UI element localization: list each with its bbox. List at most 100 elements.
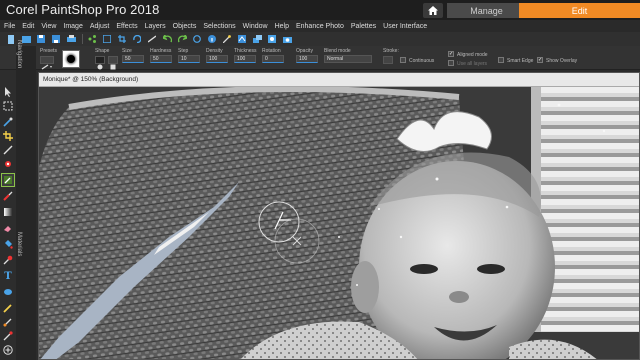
history-button[interactable] — [192, 34, 202, 44]
dropper-icon — [3, 117, 13, 127]
resize-icon — [103, 35, 111, 43]
info-icon — [208, 35, 216, 43]
dropper-tool[interactable] — [2, 116, 14, 128]
text-tool[interactable]: T — [2, 270, 14, 282]
toolbar-separator — [82, 34, 83, 44]
rotation-field[interactable]: 0 — [262, 55, 284, 63]
more-tools-button[interactable] — [2, 344, 14, 356]
show-overlay-label: Show Overlay — [546, 58, 578, 64]
pan-tool[interactable] — [2, 86, 14, 98]
photo-canvas[interactable] — [39, 87, 640, 360]
straighten-icon — [148, 35, 156, 43]
shape-tool[interactable] — [2, 286, 14, 298]
thickness-field[interactable]: 100 — [234, 55, 256, 63]
crop-tool[interactable] — [2, 130, 14, 142]
warp-brush-tool[interactable] — [2, 316, 14, 328]
materials-palette-tab[interactable]: Materials — [16, 232, 22, 256]
clone-brush-tool[interactable] — [1, 173, 15, 187]
continuous-checkbox[interactable] — [400, 57, 406, 63]
picture-tube-icon — [3, 331, 13, 341]
menu-image[interactable]: Image — [63, 23, 82, 30]
tab-manage[interactable]: Manage — [447, 3, 526, 18]
tab-edit[interactable]: Edit — [519, 3, 640, 18]
undo-icon — [162, 35, 172, 43]
menu-window[interactable]: Window — [243, 23, 268, 30]
shape-square-button[interactable] — [108, 56, 118, 70]
info-button[interactable] — [207, 34, 217, 44]
menu-view[interactable]: View — [41, 23, 56, 30]
share-button[interactable] — [87, 34, 97, 44]
menu-edit[interactable]: Edit — [22, 23, 34, 30]
straighten-tool[interactable] — [2, 144, 14, 156]
save-button[interactable] — [36, 34, 46, 44]
navigation-palette-tab[interactable]: Navigation — [16, 40, 22, 68]
hardness-field[interactable]: 50 — [150, 55, 172, 63]
selection-tool[interactable] — [2, 100, 14, 112]
undo-button[interactable] — [162, 34, 172, 44]
gradient-tool[interactable] — [2, 206, 14, 218]
crop-button[interactable] — [117, 34, 127, 44]
baby-left-eye — [410, 264, 438, 274]
new-file-button[interactable] — [6, 34, 16, 44]
menu-palettes[interactable]: Palettes — [351, 23, 376, 30]
straighten-button[interactable] — [147, 34, 157, 44]
one-step-fix-button[interactable] — [237, 34, 247, 44]
screenshot-button[interactable] — [282, 34, 292, 44]
pointer-icon — [5, 87, 11, 97]
shape-round-button[interactable] — [95, 56, 105, 70]
view-button[interactable] — [267, 34, 277, 44]
resize-button[interactable] — [102, 34, 112, 44]
save-as-button[interactable] — [51, 34, 61, 44]
paint-brush-tool[interactable] — [2, 190, 14, 202]
shape-tool-icon — [4, 289, 12, 295]
menu-adjust[interactable]: Adjust — [90, 23, 109, 30]
docked-palettes-strip — [16, 46, 36, 360]
aligned-mode-checkbox[interactable]: ✓ — [448, 51, 454, 57]
stroke-button[interactable] — [383, 56, 393, 64]
blend-mode-label: Blend mode — [324, 48, 351, 54]
red-eye-tool[interactable] — [2, 158, 14, 170]
menu-effects[interactable]: Effects — [116, 23, 137, 30]
gradient-icon — [4, 208, 12, 216]
stroke-label: Stroke: — [383, 48, 399, 54]
pen-tool[interactable] — [2, 302, 14, 314]
dodge-tool[interactable] — [2, 254, 14, 266]
warp-brush-icon — [3, 318, 12, 327]
menu-help[interactable]: Help — [275, 23, 289, 30]
rotate-button[interactable] — [132, 34, 142, 44]
menu-enhance-photo[interactable]: Enhance Photo — [296, 23, 344, 30]
document-title-bar[interactable]: Monique* @ 150% (Background) — [39, 73, 639, 87]
rotation-label: Rotation — [262, 48, 281, 54]
presets-dropdown[interactable] — [40, 56, 54, 70]
print-button[interactable] — [66, 34, 76, 44]
history-icon — [193, 35, 201, 43]
paint-brush-icon — [3, 191, 13, 201]
use-all-layers-checkbox[interactable] — [448, 60, 454, 66]
step-field[interactable]: 10 — [178, 55, 200, 63]
document-title: Monique* @ 150% (Background) — [43, 76, 139, 83]
home-button[interactable] — [423, 3, 443, 18]
eraser-tool[interactable] — [2, 222, 14, 234]
smart-edge-checkbox[interactable] — [498, 57, 504, 63]
menu-selections[interactable]: Selections — [203, 23, 235, 30]
shape-label: Shape — [95, 48, 110, 54]
layers-button[interactable] — [252, 34, 262, 44]
menu-file[interactable]: File — [4, 23, 15, 30]
redo-button[interactable] — [177, 34, 187, 44]
app-title: Corel PaintShop Pro 2018 — [6, 2, 160, 17]
home-icon — [428, 6, 438, 15]
density-field[interactable]: 100 — [206, 55, 228, 63]
menu-bar: File Edit View Image Adjust Effects Laye… — [0, 20, 640, 32]
menu-user-interface[interactable]: User Interface — [383, 23, 427, 30]
open-button[interactable] — [21, 34, 31, 44]
menu-objects[interactable]: Objects — [173, 23, 197, 30]
show-overlay-checkbox[interactable]: ✓ — [537, 57, 543, 63]
picture-tube-tool[interactable] — [2, 330, 14, 342]
layers-icon — [252, 35, 262, 43]
size-field[interactable]: 50 — [122, 55, 144, 63]
smart-photo-fix-button[interactable] — [222, 34, 232, 44]
fill-tool[interactable] — [2, 238, 14, 250]
menu-layers[interactable]: Layers — [145, 23, 166, 30]
opacity-field[interactable]: 100 — [296, 55, 318, 63]
blend-mode-select[interactable]: Normal — [324, 55, 372, 63]
